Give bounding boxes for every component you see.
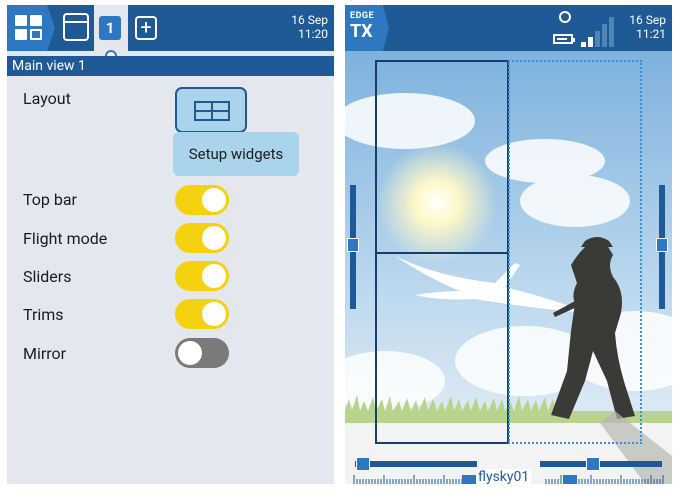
flight-mode-label: Flight mode bbox=[23, 229, 108, 248]
widget-zone-top[interactable] bbox=[375, 60, 509, 254]
edgetx-logo[interactable]: EDGE TX bbox=[345, 5, 389, 51]
date-label: 16 Sep bbox=[629, 13, 666, 27]
main-view-settings-screen: 1 + 16 Sep 11:20 Main view 1 Layout Setu… bbox=[7, 5, 334, 484]
page-title: Main view 1 bbox=[7, 56, 334, 76]
layout-button[interactable] bbox=[175, 87, 247, 133]
trims-toggle[interactable] bbox=[175, 299, 229, 329]
model-name: flysky01 bbox=[476, 469, 532, 484]
date-label: 16 Sep bbox=[291, 13, 328, 27]
sliders-label: Sliders bbox=[23, 267, 72, 286]
battery-icon bbox=[553, 34, 575, 44]
trims-label: Trims bbox=[23, 305, 64, 324]
home-grid-icon bbox=[15, 15, 43, 41]
layout-split-icon bbox=[194, 101, 230, 121]
right-vertical-slider-knob[interactable] bbox=[656, 238, 668, 252]
right-horizontal-trim-knob[interactable] bbox=[586, 457, 600, 471]
window-icon[interactable] bbox=[63, 13, 89, 41]
sliders-toggle[interactable] bbox=[175, 261, 229, 291]
view-number-badge[interactable]: 1 bbox=[99, 16, 121, 40]
left-horizontal-trim[interactable] bbox=[355, 461, 477, 467]
top-bar: EDGE TX 16 Sep 11:21 bbox=[345, 5, 672, 51]
volume-icon bbox=[559, 11, 571, 23]
datetime: 16 Sep 11:20 bbox=[291, 13, 328, 41]
home-button[interactable] bbox=[7, 5, 55, 51]
datetime: 16 Sep 11:21 bbox=[629, 13, 666, 41]
widget-zone-right[interactable] bbox=[508, 60, 642, 444]
top-bar-toggle[interactable] bbox=[175, 185, 229, 215]
mirror-label: Mirror bbox=[23, 344, 67, 363]
top-bar: 1 + 16 Sep 11:20 bbox=[7, 5, 334, 62]
widget-zone-bottom[interactable] bbox=[375, 252, 509, 444]
left-vertical-slider-knob[interactable] bbox=[347, 238, 359, 252]
add-view-icon[interactable]: + bbox=[135, 16, 157, 40]
main-view-preview-screen: EDGE TX 16 Sep 11:21 flysky01 bbox=[345, 5, 672, 484]
time-label: 11:21 bbox=[636, 27, 666, 41]
time-label: 11:20 bbox=[298, 27, 328, 41]
right-horizontal-trim[interactable] bbox=[540, 461, 662, 467]
mirror-toggle[interactable] bbox=[175, 338, 229, 368]
signal-bars-icon bbox=[581, 15, 619, 47]
setup-widgets-button[interactable]: Setup widgets bbox=[173, 132, 299, 176]
layout-label: Layout bbox=[23, 89, 71, 108]
flight-mode-toggle[interactable] bbox=[175, 223, 229, 253]
left-horizontal-trim-knob[interactable] bbox=[356, 457, 370, 471]
top-bar-label: Top bar bbox=[23, 190, 77, 209]
